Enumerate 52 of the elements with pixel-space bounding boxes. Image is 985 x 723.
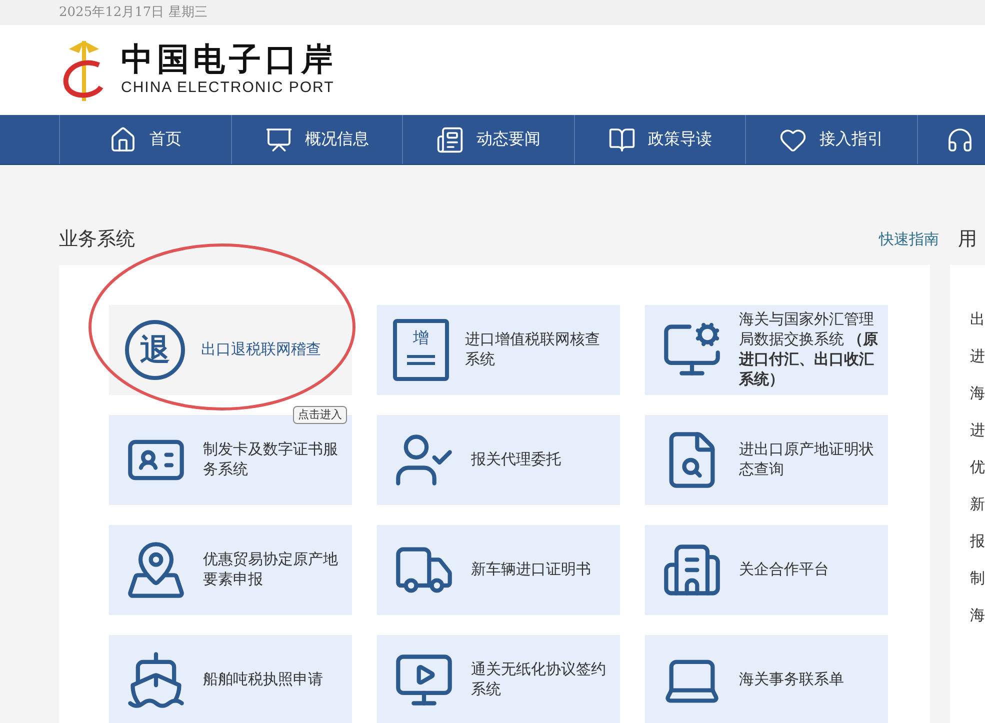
tooltip: 点击进入 xyxy=(293,406,347,424)
system-label: 制发卡及数字证书服务系统 xyxy=(203,440,339,480)
chart-board-icon xyxy=(264,126,293,154)
system-tile[interactable]: 报关代理委托 xyxy=(377,415,620,505)
side-list-item[interactable]: 新 xyxy=(970,495,985,515)
side-list-item[interactable]: 优 xyxy=(970,458,985,478)
system-label: 关企合作平台 xyxy=(739,560,829,580)
side-panel-title: 用 xyxy=(958,228,977,252)
side-list-item[interactable]: 海 xyxy=(970,606,985,626)
date-text: 2025年12月17日 星期三 xyxy=(59,4,208,22)
system-label: 进口增值税联网核查系统 xyxy=(465,330,601,370)
section-title: 业务系统 xyxy=(59,228,136,252)
system-label: 优惠贸易协定原产地要素申报 xyxy=(203,550,339,590)
system-label: 进出口原产地证明状态查询 xyxy=(739,440,875,480)
side-list-item[interactable]: 出 xyxy=(970,310,985,330)
system-label: 海关事务联系单 xyxy=(739,670,844,690)
system-tile[interactable]: 进出口原产地证明状态查询 xyxy=(645,415,888,505)
side-list-item[interactable]: 报 xyxy=(970,532,985,552)
nav-item[interactable]: 接入指引 xyxy=(745,115,916,164)
system-label: 海关与国家外汇管理局数据交换系统 （原进口付汇、出口收汇系统） xyxy=(739,310,880,390)
system-tile[interactable]: 海关与国家外汇管理局数据交换系统 （原进口付汇、出口收汇系统） xyxy=(645,305,888,395)
nav-item[interactable]: 概况信息 xyxy=(230,115,402,164)
logo-title: 中国电子口岸 xyxy=(121,40,337,77)
side-list-item[interactable]: 进 xyxy=(970,347,985,367)
map-pin-icon xyxy=(125,539,187,601)
system-label: 报关代理委托 xyxy=(471,450,561,470)
newspaper-icon xyxy=(436,126,464,154)
system-tile[interactable]: 关企合作平台 xyxy=(645,525,888,615)
system-label: 通关无纸化协议签约系统 xyxy=(471,660,607,700)
book-icon xyxy=(608,126,636,154)
circle-badge-icon: 退 xyxy=(125,320,185,380)
system-tile[interactable]: 海关事务联系单 xyxy=(645,635,888,723)
nav-item[interactable]: 首页 xyxy=(59,115,230,164)
system-label: 新车辆进口证明书 xyxy=(471,560,591,580)
nav-item[interactable]: 动态要闻 xyxy=(402,115,574,164)
system-tile[interactable]: 新车辆进口证明书 xyxy=(377,525,620,615)
headset-icon xyxy=(946,126,974,154)
system-tile[interactable]: 优惠贸易协定原产地要素申报 xyxy=(109,525,352,615)
system-tile[interactable]: 通关无纸化协议签约系统 xyxy=(377,635,620,723)
quick-guide-link[interactable]: 快速指南 xyxy=(879,228,958,252)
document-icon: 增 xyxy=(393,319,449,381)
system-label: 出口退税联网稽查 xyxy=(201,340,321,360)
logo-subtitle: CHINA ELECTRONIC PORT xyxy=(121,78,336,98)
system-label: 船舶吨税执照申请 xyxy=(203,670,323,690)
side-list-item[interactable]: 海 xyxy=(970,384,985,404)
ship-icon xyxy=(125,649,187,711)
nav-item[interactable]: 政策导读 xyxy=(574,115,745,164)
side-list-item[interactable]: 进 xyxy=(970,421,985,441)
side-list-item[interactable]: 制 xyxy=(970,569,985,589)
home-icon xyxy=(109,126,138,154)
system-tile[interactable]: 增 进口增值税联网核查系统 xyxy=(377,305,620,395)
system-tile[interactable]: 船舶吨税执照申请 xyxy=(109,635,352,723)
